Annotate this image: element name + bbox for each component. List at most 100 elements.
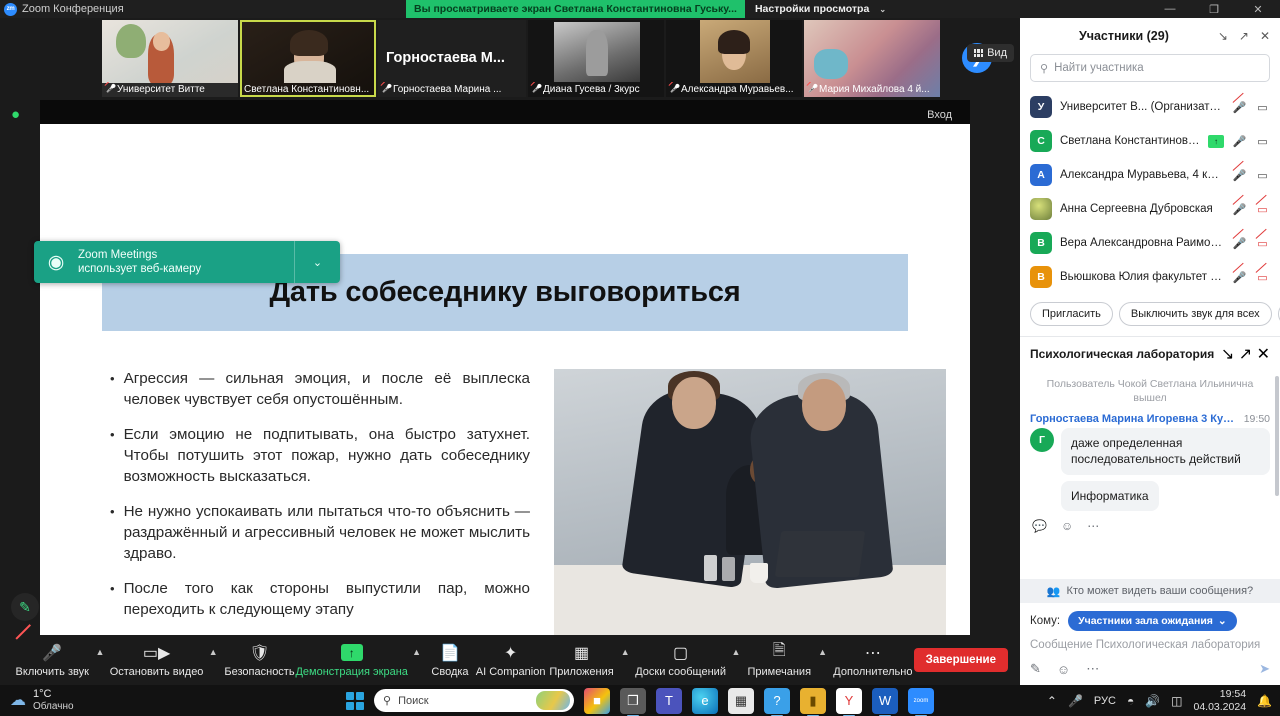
tray-chevron-icon[interactable]: ⌃ [1047, 694, 1057, 708]
video-options-chevron-icon[interactable]: ▲ [204, 641, 223, 663]
apps-options-chevron-icon[interactable]: ▲ [616, 641, 635, 663]
chat-messages[interactable]: Пользователь Чокой Светлана Ильинична вы… [1020, 370, 1280, 579]
video-thumbnail[interactable]: Светлана Константиновн... [240, 19, 376, 97]
notification-bell-icon[interactable]: 🔔 [1257, 694, 1272, 708]
mic-muted-icon[interactable]: 🎤 [1232, 169, 1247, 182]
camera-off-icon[interactable]: ▭ [1255, 237, 1270, 250]
toolbar-apps-button[interactable]: ▦ Приложения [547, 637, 616, 683]
popout-icon[interactable]: ↗ [1239, 29, 1249, 43]
toolbar-security-button[interactable]: 🛡 Безопасность [223, 637, 297, 683]
battery-icon[interactable]: ◫ [1171, 694, 1182, 708]
camera-on-icon[interactable]: ▭ [1255, 169, 1270, 182]
zoom-icon[interactable]: zoom [908, 687, 934, 714]
chat-title: Психологическая лаборатория [1030, 346, 1215, 361]
video-thumbnail[interactable]: Горностаева М... Горностаева Марина ... [378, 19, 526, 97]
share-options-chevron-icon[interactable]: ▲ [407, 641, 426, 663]
whiteboard-options-chevron-icon[interactable]: ▲ [726, 641, 745, 663]
participant-row[interactable]: В Вьюшкова Юлия факультет пси... 🎤 ▭ [1020, 260, 1280, 294]
emoji-icon[interactable]: ☺ [1057, 662, 1070, 677]
sharing-badge-icon: ↑ [1208, 134, 1224, 148]
explorer-icon[interactable]: ▮ [800, 687, 826, 714]
help-icon[interactable]: ? [764, 687, 790, 714]
participant-row[interactable]: Анна Сергеевна Дубровская 🎤 ▭ [1020, 192, 1280, 226]
taskbar-weather-widget[interactable]: ☁ 1°C Облачно [10, 688, 74, 712]
toolbar-more-button[interactable]: ⋯ Дополнительно [832, 637, 914, 683]
powerpoint-icon[interactable]: ■ [584, 687, 610, 714]
mic-muted-icon[interactable]: 🎤 [1232, 271, 1247, 284]
video-thumbnail[interactable]: Университет Витте [102, 19, 238, 97]
toolbar-notes-button[interactable]: 🗎 Примечания [745, 637, 813, 683]
invite-button[interactable]: Пригласить [1030, 302, 1113, 326]
mic-on-icon[interactable]: 🎤 [1232, 135, 1247, 148]
video-thumbnail[interactable]: Мария Михайлова 4 й... [804, 19, 940, 97]
mic-muted-icon[interactable]: 🎤 [1232, 237, 1247, 250]
message-visibility-note[interactable]: 👥 Кто может видеть ваши сообщения? [1020, 579, 1280, 603]
taskview-icon[interactable]: ❒ [620, 687, 646, 714]
annotate-pen-icon[interactable]: ✎ [11, 593, 39, 621]
store-icon[interactable]: ▦ [728, 687, 754, 714]
participant-row[interactable]: У Университет В... (Организатор, я) 🎤 ▭ [1020, 90, 1280, 124]
microphone-icon[interactable]: 🎤 [1068, 694, 1083, 708]
camera-in-use-notification[interactable]: ◉ Zoom Meetings использует веб-камеру ⌄ [34, 241, 340, 283]
yandex-icon[interactable]: Y [836, 687, 862, 714]
mic-muted-icon[interactable]: 🎤 [1232, 203, 1247, 216]
close-icon[interactable]: ✕ [1257, 346, 1270, 363]
emoji-icon[interactable]: ☺ [1061, 519, 1073, 533]
mute-all-button[interactable]: Выключить звук для всех [1118, 302, 1272, 326]
participant-row[interactable]: С Светлана Константиновна ... ↑ 🎤 ▭ [1020, 124, 1280, 158]
camera-on-icon[interactable]: ▭ [1255, 135, 1270, 148]
teams-icon[interactable]: T [656, 687, 682, 714]
camera-off-icon[interactable]: ▭ [1255, 203, 1270, 216]
chat-scrollbar[interactable] [1275, 376, 1279, 496]
close-button[interactable]: ✕ [1236, 0, 1280, 18]
clock-time: 19:54 [1219, 688, 1247, 701]
maximize-button[interactable]: ❐ [1192, 0, 1236, 18]
camera-on-icon[interactable]: ▭ [1255, 101, 1270, 114]
notes-options-chevron-icon[interactable]: ▲ [813, 641, 832, 663]
view-settings-button[interactable]: Настройки просмотра ⌄ [744, 0, 897, 18]
video-thumbnail[interactable]: Диана Гусева / 3курс [528, 19, 664, 97]
mic-muted-icon[interactable]: 🎤 [1232, 101, 1247, 114]
taskbar-search-input[interactable]: ⚲ Поиск [374, 689, 574, 712]
slide-bullet: • Агрессия — сильная эмоция, и после её … [110, 369, 530, 411]
language-indicator[interactable]: РУС [1094, 695, 1116, 707]
volume-icon[interactable]: 🔊 [1145, 694, 1160, 708]
toolbar-share-screen-button[interactable]: ↑ Демонстрация экрана [295, 637, 408, 683]
audio-options-chevron-icon[interactable]: ▲ [90, 641, 109, 663]
close-icon[interactable]: ✕ [1260, 29, 1270, 43]
minimize-panel-icon[interactable]: ↘ [1218, 29, 1228, 43]
participant-row[interactable]: В Вера Александровна Раимова ... 🎤 ▭ [1020, 226, 1280, 260]
camera-off-icon[interactable]: ▭ [1255, 271, 1270, 284]
participant-row[interactable]: А Александра Муравьева, 4 курс, ... 🎤 ▭ [1020, 158, 1280, 192]
toolbar-summary-button[interactable]: 📄 Сводка [426, 637, 474, 683]
format-text-icon[interactable]: ✎ [1030, 661, 1041, 677]
taskbar-clock[interactable]: 19:54 04.03.2024 [1193, 688, 1246, 712]
chat-recipient-row: Кому: Участники зала ожидания ⌄ [1020, 603, 1280, 637]
minimize-button[interactable]: — [1148, 0, 1192, 18]
edge-icon[interactable]: e [692, 687, 718, 714]
toolbar-whiteboards-button[interactable]: ▢ Доски сообщений [635, 637, 727, 683]
zoom-meeting-window: zm Zoom Конференция Вы просматриваете эк… [0, 0, 1280, 716]
chevron-down-icon[interactable]: ⌄ [294, 241, 340, 283]
recipient-dropdown[interactable]: Участники зала ожидания ⌄ [1068, 611, 1237, 631]
start-button[interactable] [346, 691, 364, 710]
word-icon[interactable]: W [872, 687, 898, 714]
view-button[interactable]: Вид [967, 44, 1014, 62]
more-dots-icon[interactable]: ⋯ [1087, 519, 1099, 533]
minimize-panel-icon[interactable]: ↘ [1221, 346, 1234, 363]
toolbar-ai-companion-button[interactable]: ✦ AI Companion [474, 637, 547, 683]
popout-icon[interactable]: ↗ [1239, 346, 1252, 363]
chat-compose-area[interactable]: Сообщение Психологическая лаборатория [1020, 637, 1280, 651]
more-dots-icon[interactable]: ⋯ [1086, 661, 1099, 677]
slide-bullet: • Не нужно успокаивать или пытаться что-… [110, 502, 530, 565]
video-thumbnail[interactable]: Александра Муравьев... [666, 19, 802, 97]
bullet-text: Не нужно успокаивать или пытаться что-то… [123, 502, 530, 562]
send-icon[interactable]: ➤ [1259, 661, 1270, 677]
avatar [1030, 198, 1052, 220]
wifi-icon[interactable]: ◓ [1127, 694, 1134, 708]
search-input[interactable]: ⚲ Найти участника [1030, 54, 1270, 82]
toolbar-unmute-button[interactable]: 🎤 Включить звук [14, 624, 90, 683]
toolbar-stop-video-button[interactable]: ▭▶ Остановить видео [109, 637, 204, 683]
end-meeting-button[interactable]: Завершение [913, 648, 1008, 672]
reply-icon[interactable]: 💬 [1032, 519, 1047, 533]
